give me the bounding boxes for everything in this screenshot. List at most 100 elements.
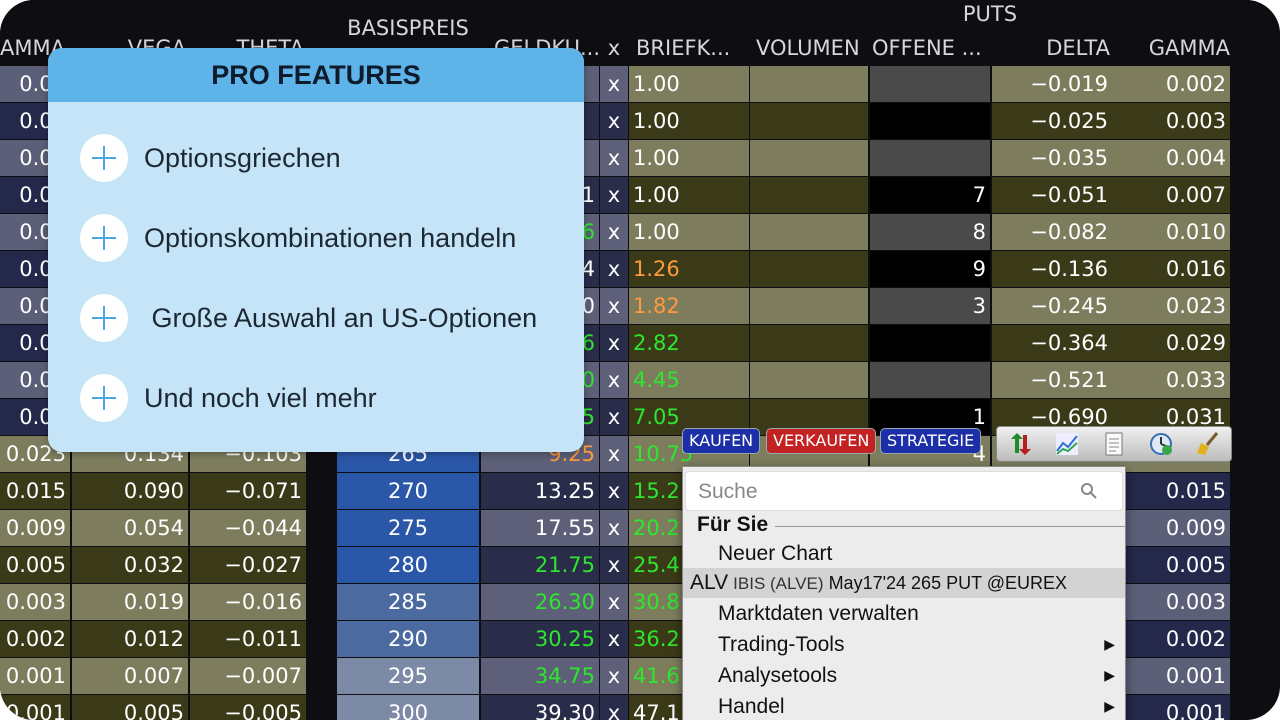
cell-gamma-right[interactable]: 0.003: [1112, 103, 1230, 139]
cell-ask[interactable]: 1.00: [629, 66, 749, 102]
col-gamma-right[interactable]: GAMMA: [1112, 36, 1230, 60]
cell-x[interactable]: x: [600, 658, 628, 694]
menu-item-handel[interactable]: Handel ▶: [683, 691, 1125, 720]
document-icon[interactable]: [1101, 431, 1127, 457]
cell-x[interactable]: x: [600, 510, 628, 546]
cell-delta[interactable]: −0.035: [992, 140, 1112, 176]
cell-gamma-right[interactable]: 0.005: [1112, 547, 1230, 583]
cell-strike[interactable]: 275: [337, 510, 479, 546]
cell-x[interactable]: x: [600, 695, 628, 720]
clock-icon[interactable]: [1148, 431, 1174, 457]
cell-bid[interactable]: 17.55: [481, 510, 599, 546]
cell-x[interactable]: x: [600, 103, 628, 139]
cell-volume[interactable]: [750, 66, 868, 102]
cell-ask[interactable]: 1.00: [629, 140, 749, 176]
cell-strike[interactable]: 280: [337, 547, 479, 583]
cell-strike[interactable]: 295: [337, 658, 479, 694]
cell-ask[interactable]: 1.26: [629, 251, 749, 287]
col-offene[interactable]: OFFENE ...: [872, 36, 992, 60]
cell-gamma-left[interactable]: 0.002: [0, 621, 70, 657]
cell-vega[interactable]: 0.012: [72, 621, 188, 657]
pro-feature-item[interactable]: Optionskombinationen handeln: [80, 213, 516, 263]
menu-item-analysetools[interactable]: Analysetools ▶: [683, 660, 1125, 691]
cell-x[interactable]: x: [600, 251, 628, 287]
search-box[interactable]: [685, 471, 1123, 511]
cell-ask[interactable]: 1.00: [629, 214, 749, 250]
cell-gamma-right[interactable]: 0.015: [1112, 473, 1230, 509]
cell-delta[interactable]: −0.136: [992, 251, 1112, 287]
pro-features-panel[interactable]: PRO FEATURES Optionsgriechen Optionskomb…: [48, 48, 584, 452]
cell-bid[interactable]: 26.30: [481, 584, 599, 620]
cell-delta[interactable]: −0.245: [992, 288, 1112, 324]
cell-x[interactable]: x: [600, 325, 628, 361]
broom-icon[interactable]: [1195, 431, 1221, 457]
cell-theta[interactable]: −0.071: [190, 473, 306, 509]
trade-arrows-icon[interactable]: [1007, 431, 1033, 457]
cell-gamma-left[interactable]: 0.015: [0, 473, 70, 509]
cell-x[interactable]: x: [600, 399, 628, 435]
cell-gamma-right[interactable]: 0.016: [1112, 251, 1230, 287]
cell-gamma-right[interactable]: 0.002: [1112, 621, 1230, 657]
cell-theta[interactable]: −0.007: [190, 658, 306, 694]
cell-open-interest[interactable]: 9: [870, 251, 990, 287]
cell-open-interest[interactable]: [870, 362, 990, 398]
cell-volume[interactable]: [750, 251, 868, 287]
cell-open-interest[interactable]: [870, 325, 990, 361]
cell-x[interactable]: x: [600, 140, 628, 176]
cell-x[interactable]: x: [600, 584, 628, 620]
col-delta[interactable]: DELTA: [992, 36, 1110, 60]
verkaufen-button[interactable]: VERKAUFEN: [766, 428, 877, 454]
cell-open-interest[interactable]: [870, 103, 990, 139]
cell-vega[interactable]: 0.007: [72, 658, 188, 694]
cell-x[interactable]: x: [600, 547, 628, 583]
cell-vega[interactable]: 0.090: [72, 473, 188, 509]
cell-x[interactable]: x: [600, 177, 628, 213]
menu-item-new-chart[interactable]: Neuer Chart: [683, 538, 1125, 569]
cell-gamma-right[interactable]: 0.009: [1112, 510, 1230, 546]
cell-ask[interactable]: 4.45: [629, 362, 749, 398]
col-briefkurs[interactable]: BRIEFK...: [636, 36, 750, 60]
pro-feature-item[interactable]: Optionsgriechen: [80, 133, 341, 183]
cell-gamma-right[interactable]: 0.003: [1112, 584, 1230, 620]
cell-x[interactable]: x: [600, 214, 628, 250]
cell-strike[interactable]: 285: [337, 584, 479, 620]
cell-bid[interactable]: 39.30: [481, 695, 599, 720]
search-input[interactable]: [698, 478, 1058, 506]
cell-volume[interactable]: [750, 325, 868, 361]
cell-bid[interactable]: 13.25: [481, 473, 599, 509]
cell-theta[interactable]: −0.044: [190, 510, 306, 546]
cell-gamma-right[interactable]: 0.002: [1112, 66, 1230, 102]
cell-gamma-right[interactable]: 0.007: [1112, 177, 1230, 213]
pro-feature-item[interactable]: Und noch viel mehr: [80, 373, 377, 423]
cell-ask[interactable]: 1.82: [629, 288, 749, 324]
cell-delta[interactable]: −0.025: [992, 103, 1112, 139]
menu-item-trading-tools[interactable]: Trading-Tools ▶: [683, 629, 1125, 660]
cell-x[interactable]: x: [600, 66, 628, 102]
cell-gamma-right[interactable]: 0.029: [1112, 325, 1230, 361]
cell-ask[interactable]: 1.00: [629, 103, 749, 139]
cell-volume[interactable]: [750, 214, 868, 250]
cell-vega[interactable]: 0.054: [72, 510, 188, 546]
cell-x[interactable]: x: [600, 473, 628, 509]
cell-strike[interactable]: 290: [337, 621, 479, 657]
cell-gamma-right[interactable]: 0.033: [1112, 362, 1230, 398]
cell-bid[interactable]: 30.25: [481, 621, 599, 657]
cell-delta[interactable]: −0.051: [992, 177, 1112, 213]
kaufen-button[interactable]: KAUFEN: [682, 428, 761, 454]
cell-gamma-right[interactable]: 0.001: [1112, 658, 1230, 694]
cell-gamma-right[interactable]: 0.023: [1112, 288, 1230, 324]
cell-x[interactable]: x: [600, 621, 628, 657]
cell-gamma-left[interactable]: 0.003: [0, 584, 70, 620]
cell-x[interactable]: x: [600, 436, 628, 472]
cell-gamma-left[interactable]: 0.001: [0, 658, 70, 694]
cell-ask[interactable]: 2.82: [629, 325, 749, 361]
cell-ask[interactable]: 1.00: [629, 177, 749, 213]
cell-gamma-left[interactable]: 0.009: [0, 510, 70, 546]
cell-gamma-right[interactable]: 0.004: [1112, 140, 1230, 176]
pro-feature-item[interactable]: Große Auswahl an US-Optionen: [80, 293, 537, 343]
cell-vega[interactable]: 0.005: [72, 695, 188, 720]
cell-delta[interactable]: −0.521: [992, 362, 1112, 398]
cell-volume[interactable]: [750, 177, 868, 213]
cell-theta[interactable]: −0.011: [190, 621, 306, 657]
cell-open-interest[interactable]: [870, 140, 990, 176]
